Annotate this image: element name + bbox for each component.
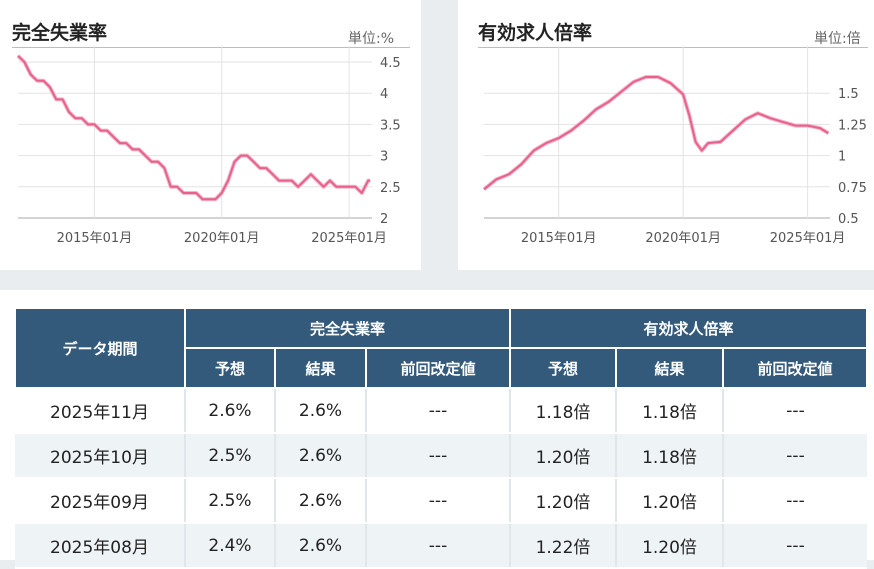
period-cell: 2025年08月 — [15, 523, 185, 569]
result-cell: 1.20倍 — [615, 523, 723, 569]
series-line-shadow — [482, 75, 830, 191]
result-cell: 2.6% — [274, 433, 366, 479]
y-tick-label: 2.5 — [380, 181, 401, 196]
y-tick-label: 1.25 — [838, 118, 867, 133]
subheader-previous-revision: 前回改定値 — [722, 347, 868, 389]
y-tick-label: 1.5 — [838, 87, 859, 102]
indicator-table: データ期間 完全失業率 有効求人倍率 予想 結果 前回改定値 予想 結果 前回改… — [14, 307, 868, 569]
x-tick-label: 2025年01月 — [311, 231, 387, 246]
y-tick-label: 4 — [380, 87, 388, 102]
subheader-result: 結果 — [274, 347, 367, 389]
y-tick-label: 3.5 — [380, 118, 401, 133]
group-header-jobs-ratio: 有効求人倍率 — [509, 307, 868, 349]
subheader-forecast: 予想 — [184, 347, 276, 389]
indicator-table-section: データ期間 完全失業率 有効求人倍率 予想 結果 前回改定値 予想 結果 前回改… — [0, 290, 874, 569]
series-line — [483, 76, 829, 191]
forecast-cell: 2.5% — [184, 433, 275, 479]
jobs-ratio-line-chart: 1.5 1.25 1 0.75 0.5 2015年01月 2020年01月 2025年01月 — [482, 46, 867, 246]
revision-cell: --- — [365, 478, 510, 524]
table-row: 2025年11月 2.6% 2.6% --- 1.18倍 1.18倍 --- — [15, 388, 867, 434]
forecast-cell: 1.20倍 — [509, 433, 616, 479]
y-tick-label: 0.75 — [838, 181, 867, 196]
forecast-cell: 1.22倍 — [509, 523, 616, 569]
jobs-ratio-chart-card: 有効求人倍率 単位:倍 1.5 1.25 1 0.75 0.5 2015年01月 2020年… — [458, 0, 874, 270]
table-row: 2025年09月 2.5% 2.6% --- 1.20倍 1.20倍 --- — [15, 478, 867, 524]
x-tick-label: 2020年01月 — [184, 231, 260, 246]
forecast-cell: 1.20倍 — [509, 478, 616, 524]
forecast-cell: 2.4% — [184, 523, 275, 569]
period-cell: 2025年10月 — [15, 433, 185, 479]
result-cell: 1.18倍 — [615, 433, 723, 479]
revision-cell: --- — [722, 523, 867, 569]
revision-cell: --- — [722, 388, 867, 434]
result-cell: 2.6% — [274, 523, 366, 569]
y-tick-label: 3 — [380, 150, 388, 165]
revision-cell: --- — [365, 433, 510, 479]
table-row: 2025年08月 2.4% 2.6% --- 1.22倍 1.20倍 --- — [15, 523, 867, 569]
x-tick-label: 2025年01月 — [770, 231, 846, 246]
forecast-cell: 2.5% — [184, 478, 275, 524]
period-cell: 2025年09月 — [15, 478, 185, 524]
subheader-forecast: 予想 — [509, 347, 617, 389]
revision-cell: --- — [365, 523, 510, 569]
series-line — [17, 55, 371, 201]
revision-cell: --- — [365, 388, 510, 434]
y-tick-label: 1 — [838, 150, 846, 165]
revision-cell: --- — [722, 478, 867, 524]
unemployment-chart-card: 完全失業率 単位:% 4.5 4 3.5 3 2.5 2 2015年01月 2020年01月 2… — [0, 0, 421, 270]
result-cell: 1.18倍 — [615, 388, 723, 434]
table-row: 2025年10月 2.5% 2.6% --- 1.20倍 1.18倍 --- — [15, 433, 867, 479]
subheader-previous-revision: 前回改定値 — [365, 347, 511, 389]
y-tick-label: 4.5 — [380, 56, 401, 71]
y-tick-label: 2 — [380, 212, 388, 227]
period-header: データ期間 — [14, 307, 186, 389]
x-tick-label: 2015年01月 — [57, 231, 133, 246]
forecast-cell: 1.18倍 — [509, 388, 616, 434]
group-header-unemployment: 完全失業率 — [184, 307, 511, 349]
result-cell: 1.20倍 — [615, 478, 723, 524]
period-cell: 2025年11月 — [15, 388, 185, 434]
x-tick-label: 2015年01月 — [521, 231, 597, 246]
revision-cell: --- — [722, 433, 867, 479]
subheader-result: 結果 — [615, 347, 724, 389]
x-tick-label: 2020年01月 — [645, 231, 721, 246]
series-line-shadow — [16, 54, 371, 202]
result-cell: 2.6% — [274, 388, 366, 434]
y-tick-label: 0.5 — [838, 212, 859, 227]
unemployment-line-chart: 4.5 4 3.5 3 2.5 2 2015年01月 2020年01月 2025年01月 — [16, 46, 401, 246]
result-cell: 2.6% — [274, 478, 366, 524]
forecast-cell: 2.6% — [184, 388, 275, 434]
